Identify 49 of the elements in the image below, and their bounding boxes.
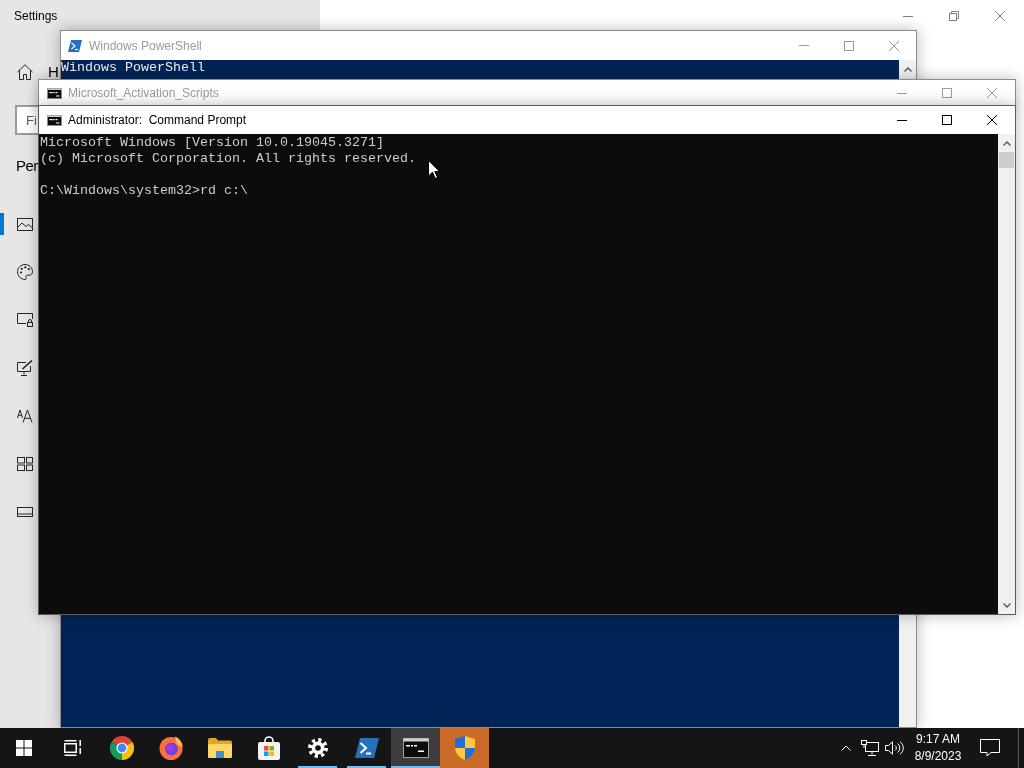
scroll-up-icon[interactable] [1002, 141, 1011, 146]
network-icon[interactable] [861, 740, 879, 756]
taskbar-button[interactable] [391, 728, 440, 768]
monitor-brush-icon [17, 360, 33, 376]
console-line: (c) Microsoft Corporation. All rights reserved. [40, 151, 416, 167]
font-size-icon [17, 409, 33, 423]
scrollbar[interactable] [998, 134, 1015, 614]
scroll-down-icon[interactable] [1002, 603, 1011, 608]
window-title: Microsoft_Activation_Scripts [68, 86, 219, 100]
task-view-icon[interactable] [63, 740, 81, 756]
speaker-icon[interactable] [884, 741, 904, 755]
console-icon[interactable] [402, 738, 429, 758]
lock-screen-icon [17, 313, 33, 327]
window-title: Administrator: Command Prompt [68, 113, 247, 127]
picture-icon [17, 217, 33, 231]
firefox-logo-icon[interactable] [158, 736, 183, 760]
console-line: Windows PowerShell [61, 60, 205, 76]
command-line: C:\Windows\system32>rd c:\ [40, 183, 248, 199]
tiles-icon [17, 457, 33, 471]
search-field[interactable]: Fi [15, 105, 38, 135]
taskbar-icon [17, 507, 33, 517]
home-link[interactable]: H [17, 64, 59, 80]
home-icon [17, 64, 33, 80]
folder-icon[interactable] [207, 738, 232, 758]
minimize-icon[interactable] [897, 119, 907, 121]
palette-icon [17, 264, 33, 280]
shell-icon[interactable] [354, 738, 379, 758]
section-heading: Per [16, 156, 38, 176]
clock-time[interactable]: 9:17 AM [916, 731, 960, 748]
gear-icon[interactable] [307, 738, 328, 758]
mouse-pointer-icon [428, 160, 440, 179]
shell-icon [68, 39, 82, 52]
scrollbar-thumb[interactable] [999, 152, 1014, 168]
console-icon [47, 114, 62, 126]
window-title: Windows PowerShell [89, 38, 202, 53]
caret-up-icon[interactable] [841, 745, 851, 751]
maximize-icon[interactable] [942, 115, 952, 125]
console-line: Microsoft Windows [Version 10.0.19045.3271] [40, 135, 384, 151]
notification-icon[interactable] [980, 739, 1000, 757]
shield-icon[interactable] [454, 736, 475, 760]
shopping-bag-icon[interactable] [257, 736, 280, 760]
close-icon[interactable] [987, 115, 997, 125]
scroll-up-icon[interactable] [903, 67, 912, 72]
window-title: Settings [14, 8, 58, 24]
chrome-logo-icon[interactable] [109, 736, 134, 760]
windows-logo-icon[interactable] [16, 740, 32, 756]
console-icon [47, 87, 62, 99]
restore-icon[interactable] [949, 11, 959, 21]
clock-date[interactable]: 8/9/2023 [914, 748, 962, 765]
